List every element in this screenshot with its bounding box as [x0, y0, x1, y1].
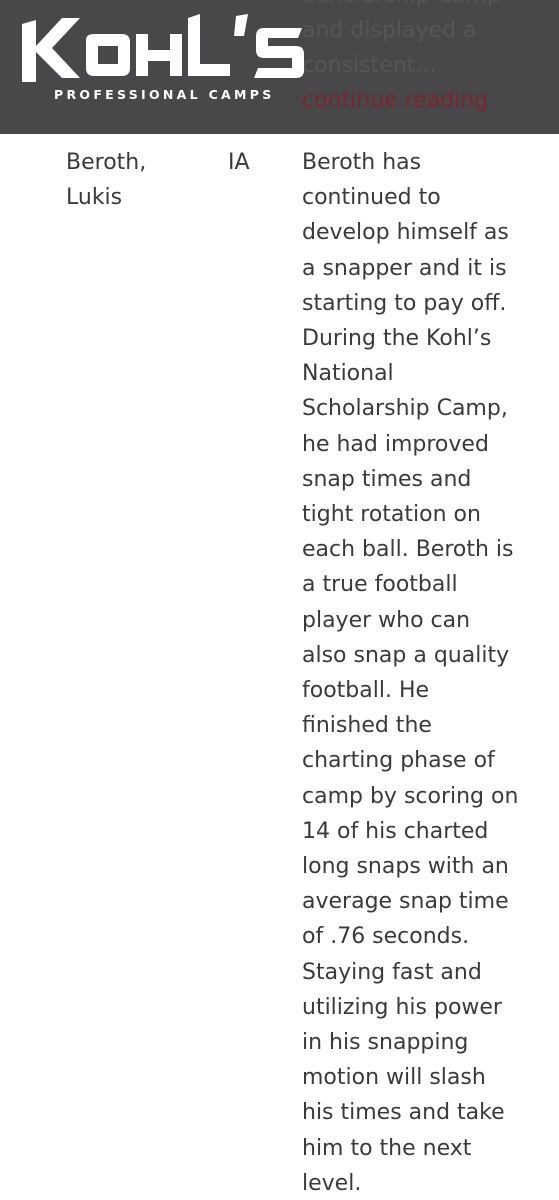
player-state-cell: IA [228, 150, 250, 175]
description-line: he had improved [302, 431, 489, 457]
description-line: continued to [302, 185, 441, 211]
description-line: snap times and [302, 466, 472, 492]
player-name-line: Beroth, [66, 150, 147, 175]
description-line: develop himself as [302, 220, 509, 246]
description-line: Scholarship Camp, [302, 396, 508, 422]
description-line: football. He [302, 678, 430, 704]
description-line: him to the next [302, 1135, 472, 1161]
description-line: level. [302, 1170, 362, 1196]
description-line: charting phase of [302, 748, 495, 774]
description-line: in his snapping [302, 1030, 469, 1056]
player-name-line: Lukis [66, 185, 123, 211]
description-line: National [302, 361, 394, 387]
player-description-cell: Beroth has continued to develop himself as… [302, 145, 530, 1200]
description-line: finished the [302, 713, 432, 739]
description-line: a true football [302, 572, 458, 598]
description-line: of .76 seconds. [302, 924, 470, 950]
description-line: 14 of his charted [302, 818, 489, 844]
description-line: average snap time [302, 889, 509, 915]
description-line: player who can [302, 607, 471, 633]
description-line: Staying fast and [302, 959, 482, 985]
description-line: also snap a quality [302, 642, 510, 668]
description-line: long snaps with an [302, 854, 509, 880]
description-line: tight rotation on [302, 502, 481, 528]
kohls-wordmark-icon [22, 14, 304, 82]
player-name-cell: Beroth, Lukis [66, 145, 186, 215]
description-line: utilizing his power [302, 994, 502, 1020]
description-line: his times and take [302, 1100, 505, 1126]
description-line: camp by scoring on [302, 783, 519, 809]
description-line: During the Kohl’s [302, 326, 492, 352]
description-line: starting to pay off. [302, 290, 507, 316]
description-line: motion will slash [302, 1065, 486, 1091]
page-content: Scholarship Camp and displayed a consist… [0, 0, 559, 1200]
description-line: each ball. Beroth is [302, 537, 514, 563]
brand-tagline: PROFESSIONAL CAMPS [54, 87, 275, 102]
description-line: Beroth has [302, 150, 422, 175]
description-line: a snapper and it is [302, 255, 507, 281]
